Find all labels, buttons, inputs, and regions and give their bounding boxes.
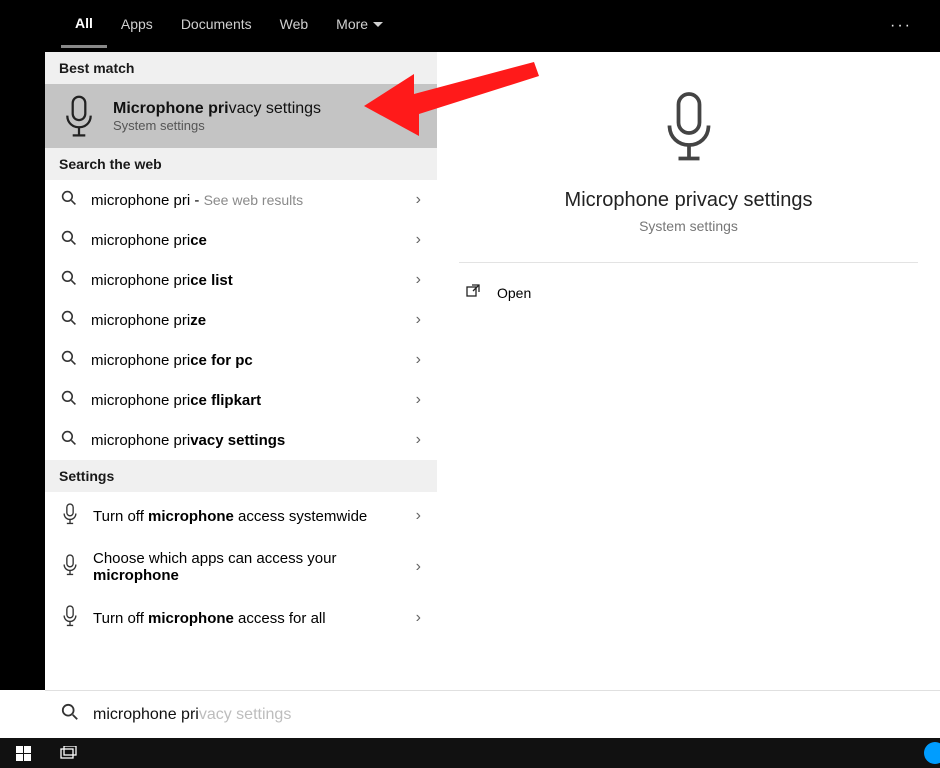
results-left-column: Best match Microphone privacy settings S… [45,52,437,690]
settings-suggestion-text: Turn off microphone access systemwide [93,508,367,525]
search-icon [61,230,77,250]
search-filters-bar: All Apps Documents Web More ··· [45,0,940,52]
search-icon [61,310,77,330]
windows-logo-icon [16,746,31,761]
tab-all[interactable]: All [61,5,107,48]
task-view-button[interactable] [46,738,92,768]
settings-suggestion[interactable]: Turn off microphone access for all › [45,594,437,642]
web-suggestion-text: microphone price [91,232,207,249]
tab-more[interactable]: More [322,6,397,46]
tab-apps[interactable]: Apps [107,6,167,46]
microphone-icon [61,553,79,581]
web-suggestion-text: microphone privacy settings [91,432,285,449]
tab-documents[interactable]: Documents [167,6,266,46]
best-match-item[interactable]: Microphone privacy settings System setti… [45,84,437,148]
chevron-right-icon: › [416,271,421,289]
web-suggestion-text: microphone prize [91,312,206,329]
best-match-header: Best match [45,52,437,84]
chevron-down-icon [373,22,383,27]
microphone-icon [61,604,79,632]
web-suggestion[interactable]: microphone prize › [45,300,437,340]
web-suggestion-text: microphone price for pc [91,352,253,369]
preview-title: Microphone privacy settings [565,189,813,212]
left-black-strip [0,0,45,690]
settings-suggestion[interactable]: Turn off microphone access systemwide › [45,492,437,540]
search-input-row[interactable]: microphone privacy settings [45,690,940,738]
settings-suggestion-text: Turn off microphone access for all [93,610,326,627]
start-button[interactable] [0,738,46,768]
search-icon [61,350,77,370]
search-icon [61,430,77,450]
web-suggestion[interactable]: microphone price list › [45,260,437,300]
chevron-right-icon: › [416,391,421,409]
web-suggestion[interactable]: microphone privacy settings › [45,420,437,460]
chevron-right-icon: › [416,609,421,627]
more-options-icon[interactable]: ··· [878,9,924,43]
microphone-icon-large [659,88,719,171]
tab-more-label: More [336,16,368,32]
search-web-header: Search the web [45,148,437,180]
chevron-right-icon: › [416,311,421,329]
chevron-right-icon: › [416,507,421,525]
preview-pane: Microphone privacy settings System setti… [437,52,940,690]
search-icon [61,390,77,410]
chevron-right-icon: › [416,191,421,209]
preview-subtitle: System settings [639,218,738,234]
web-suggestion[interactable]: microphone price flipkart › [45,380,437,420]
open-action[interactable]: Open [437,263,940,322]
best-match-subtitle: System settings [113,118,321,133]
microphone-icon [61,502,79,530]
chevron-right-icon: › [416,231,421,249]
web-suggestion[interactable]: microphone price › [45,220,437,260]
search-icon [61,270,77,290]
settings-header: Settings [45,460,437,492]
chevron-right-icon: › [416,558,421,576]
web-suggestion-text: microphone pri - See web results [91,192,303,209]
tray-icon-partial[interactable] [924,742,940,764]
settings-suggestion-text: Choose which apps can access your microp… [93,550,373,584]
web-suggestion-text: microphone price list [91,272,233,289]
chevron-right-icon: › [416,431,421,449]
search-icon [61,703,79,726]
open-label: Open [497,285,531,301]
open-icon [465,283,481,302]
chevron-right-icon: › [416,351,421,369]
web-suggestion-text: microphone price flipkart [91,392,261,409]
microphone-icon [61,98,97,134]
taskbar [0,738,940,768]
feedback-icon[interactable] [854,9,878,43]
tab-web[interactable]: Web [266,6,323,46]
search-results-panel: Best match Microphone privacy settings S… [45,52,940,690]
web-suggestion[interactable]: microphone pri - See web results › [45,180,437,220]
settings-suggestion[interactable]: Choose which apps can access your microp… [45,540,437,594]
search-text: microphone privacy settings [93,706,291,724]
best-match-title: Microphone privacy settings [113,100,321,118]
web-suggestion[interactable]: microphone price for pc › [45,340,437,380]
search-icon [61,190,77,210]
